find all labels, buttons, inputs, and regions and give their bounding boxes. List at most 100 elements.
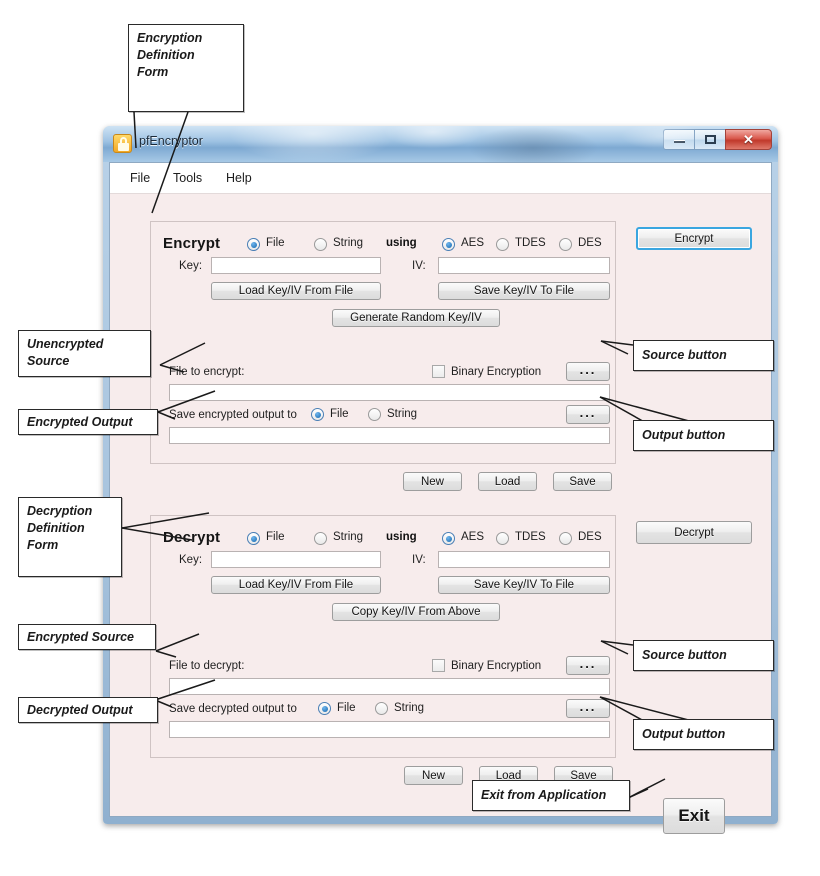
- decrypt-source-radio-file-label: File: [266, 531, 285, 543]
- decrypt-definition-panel: Decrypt File String using AES TDES DES K…: [150, 515, 616, 758]
- decrypt-algorithm-radio-tdes[interactable]: [496, 532, 509, 545]
- decrypt-file-input[interactable]: [169, 678, 610, 695]
- encrypt-output-browse-button[interactable]: ...: [566, 405, 610, 424]
- encrypt-file-label: File to encrypt:: [169, 366, 245, 378]
- encrypt-key-input[interactable]: [211, 257, 381, 274]
- decrypt-key-label: Key:: [179, 554, 203, 566]
- encrypt-algorithm-radio-des[interactable]: [559, 238, 572, 251]
- encrypt-source-radio-string-label: String: [333, 237, 364, 249]
- callout-line: Form: [137, 65, 169, 79]
- decrypt-action-button[interactable]: Decrypt: [636, 521, 752, 544]
- close-button[interactable]: ✕: [725, 129, 772, 150]
- callout-decrypt-output-button: Output button: [633, 719, 774, 750]
- encrypt-binary-checkbox-label: Binary Encryption: [451, 366, 542, 378]
- encrypt-generate-key-button[interactable]: Generate Random Key/IV: [332, 309, 500, 327]
- callout-line: Unencrypted: [27, 337, 104, 351]
- callout-line: Definition: [27, 521, 85, 535]
- padlock-icon: [113, 134, 132, 153]
- decrypt-binary-checkbox[interactable]: [432, 659, 445, 672]
- decrypt-load-key-button[interactable]: Load Key/IV From File: [211, 576, 381, 594]
- window-titlebar[interactable]: pfEncryptor ✕: [103, 126, 778, 162]
- callout-encrypted-source: Encrypted Source: [18, 624, 156, 650]
- encrypt-output-input[interactable]: [169, 427, 610, 444]
- callout-exit-from-application: Exit from Application: [472, 780, 630, 811]
- minimize-button[interactable]: [663, 129, 694, 150]
- encrypt-algorithm-radio-aes[interactable]: [442, 238, 455, 251]
- callout-encrypt-output-button: Output button: [633, 420, 774, 451]
- encrypt-algorithm-radio-tdes-label: TDES: [515, 237, 546, 249]
- window-controls: ✕: [663, 129, 772, 150]
- decrypt-output-radio-file-label: File: [337, 702, 356, 714]
- encrypt-source-browse-button[interactable]: ...: [566, 362, 610, 381]
- encrypt-definition-panel: Encrypt File String using AES TDES DES K…: [150, 221, 616, 464]
- menu-bar: File Tools Help: [110, 163, 771, 194]
- decrypt-source-browse-button[interactable]: ...: [566, 656, 610, 675]
- encrypt-save-key-button[interactable]: Save Key/IV To File: [438, 282, 610, 300]
- callout-line: Encryption: [137, 31, 203, 45]
- encrypt-save-button[interactable]: Save: [553, 472, 612, 491]
- encrypt-output-radio-string-label: String: [387, 408, 418, 420]
- maximize-button[interactable]: [694, 129, 725, 150]
- encrypt-load-button[interactable]: Load: [478, 472, 537, 491]
- decrypt-iv-label: IV:: [412, 554, 426, 566]
- encrypt-iv-label: IV:: [412, 260, 426, 272]
- decrypt-output-radio-string[interactable]: [375, 702, 388, 715]
- encrypt-binary-checkbox[interactable]: [432, 365, 445, 378]
- encrypt-output-radio-file[interactable]: [311, 408, 324, 421]
- encrypt-key-label: Key:: [179, 260, 203, 272]
- callout-encrypted-output: Encrypted Output: [18, 409, 158, 435]
- encrypt-action-button[interactable]: Encrypt: [636, 227, 752, 250]
- decrypt-key-input[interactable]: [211, 551, 381, 568]
- exit-button[interactable]: Exit: [663, 798, 725, 834]
- decrypt-source-radio-file[interactable]: [247, 532, 260, 545]
- callout-decryption-definition-form: Decryption Definition Form: [18, 497, 122, 577]
- encrypt-file-input[interactable]: [169, 384, 610, 401]
- callout-line: Form: [27, 538, 59, 552]
- encrypt-algorithm-radio-aes-label: AES: [461, 237, 485, 249]
- decrypt-algorithm-radio-aes[interactable]: [442, 532, 455, 545]
- menu-item-help[interactable]: Help: [220, 169, 258, 187]
- decrypt-algorithm-radio-tdes-label: TDES: [515, 531, 546, 543]
- decrypt-algorithm-radio-des-label: DES: [578, 531, 602, 543]
- callout-decrypted-output: Decrypted Output: [18, 697, 158, 723]
- decrypt-section-title: Decrypt: [163, 529, 221, 546]
- encrypt-new-button[interactable]: New: [403, 472, 462, 491]
- decrypt-algorithm-radio-des[interactable]: [559, 532, 572, 545]
- callout-line: Definition: [137, 48, 195, 62]
- decrypt-save-key-button[interactable]: Save Key/IV To File: [438, 576, 610, 594]
- decrypt-new-button[interactable]: New: [404, 766, 463, 785]
- encrypt-using-label: using: [386, 237, 417, 249]
- decrypt-copy-key-button[interactable]: Copy Key/IV From Above: [332, 603, 500, 621]
- decrypt-source-radio-string[interactable]: [314, 532, 327, 545]
- callout-decrypt-source-button: Source button: [633, 640, 774, 671]
- decrypt-output-input[interactable]: [169, 721, 610, 738]
- encrypt-algorithm-radio-tdes[interactable]: [496, 238, 509, 251]
- encrypt-output-radio-file-label: File: [330, 408, 349, 420]
- decrypt-source-radio-string-label: String: [333, 531, 364, 543]
- callout-encryption-definition-form: Encryption Definition Form: [128, 24, 244, 112]
- encrypt-output-radio-string[interactable]: [368, 408, 381, 421]
- encrypt-source-radio-file-label: File: [266, 237, 285, 249]
- decrypt-binary-checkbox-label: Binary Encryption: [451, 660, 542, 672]
- decrypt-file-label: File to decrypt:: [169, 660, 245, 672]
- encrypt-source-radio-file[interactable]: [247, 238, 260, 251]
- menu-item-file[interactable]: File: [124, 169, 156, 187]
- decrypt-output-radio-file[interactable]: [318, 702, 331, 715]
- encrypt-section-title: Encrypt: [163, 235, 221, 252]
- encrypt-output-label: Save encrypted output to: [169, 409, 297, 421]
- decrypt-algorithm-radio-aes-label: AES: [461, 531, 485, 543]
- decrypt-output-label: Save decrypted output to: [169, 703, 297, 715]
- window-title: pfEncryptor: [139, 134, 203, 148]
- callout-unencrypted-source: Unencrypted Source: [18, 330, 151, 377]
- encrypt-algorithm-radio-des-label: DES: [578, 237, 602, 249]
- encrypt-load-key-button[interactable]: Load Key/IV From File: [211, 282, 381, 300]
- encrypt-iv-input[interactable]: [438, 257, 610, 274]
- menu-item-tools[interactable]: Tools: [167, 169, 208, 187]
- encrypt-source-radio-string[interactable]: [314, 238, 327, 251]
- decrypt-output-radio-string-label: String: [394, 702, 425, 714]
- callout-line: Source: [27, 354, 70, 368]
- callout-line: Decryption: [27, 504, 93, 518]
- decrypt-output-browse-button[interactable]: ...: [566, 699, 610, 718]
- decrypt-using-label: using: [386, 531, 417, 543]
- decrypt-iv-input[interactable]: [438, 551, 610, 568]
